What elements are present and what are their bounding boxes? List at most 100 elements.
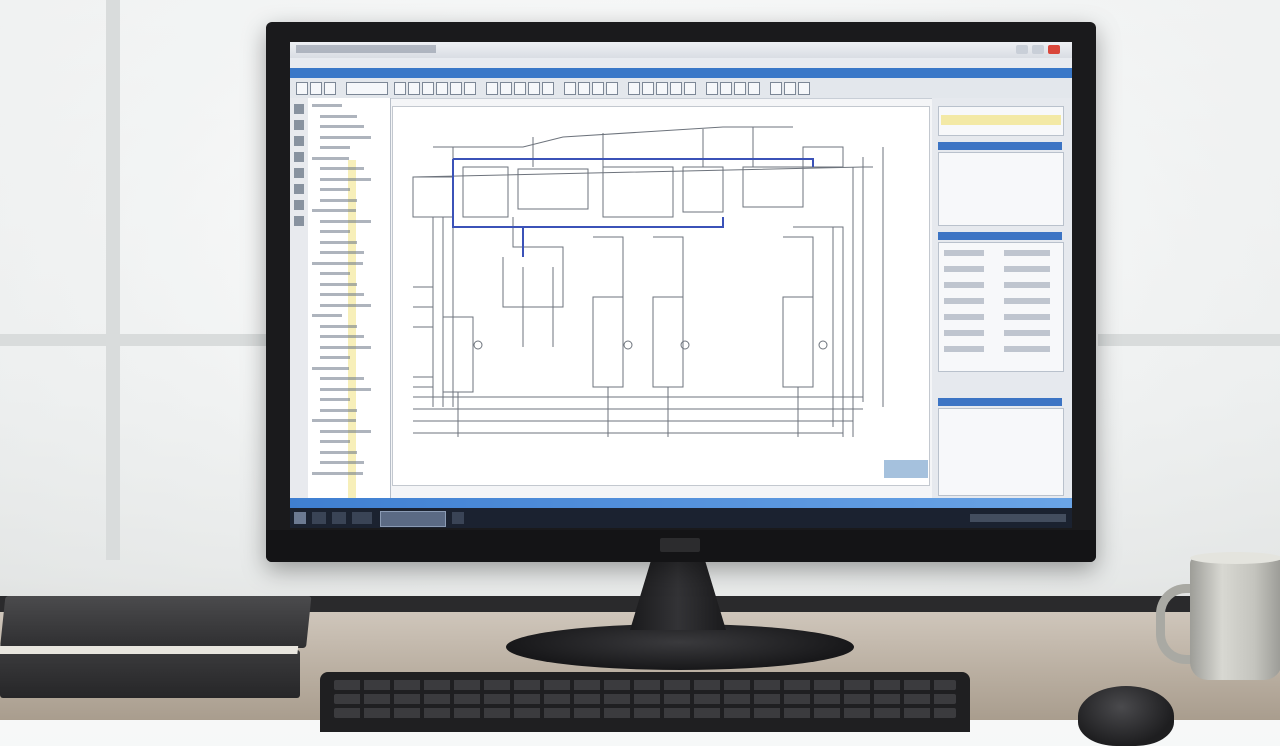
panel-icon[interactable]: [294, 104, 304, 114]
tool-icon[interactable]: [542, 82, 554, 95]
tree-item[interactable]: [320, 387, 371, 391]
panel-icon[interactable]: [294, 216, 304, 226]
tree-item[interactable]: [320, 408, 357, 412]
tree-item[interactable]: [320, 198, 357, 202]
tool-icon[interactable]: [564, 82, 576, 95]
tool-icon[interactable]: [656, 82, 668, 95]
tree-item[interactable]: [312, 419, 356, 422]
property-field[interactable]: [1004, 266, 1050, 272]
tree-item[interactable]: [320, 188, 350, 191]
tree-item[interactable]: [320, 282, 357, 286]
property-field[interactable]: [1004, 282, 1050, 288]
tree-item[interactable]: [320, 356, 350, 359]
panel-icon[interactable]: [294, 200, 304, 210]
tree-item[interactable]: [320, 167, 364, 170]
tree-item[interactable]: [312, 261, 363, 265]
tree-item[interactable]: [312, 156, 349, 160]
property-field[interactable]: [944, 282, 984, 288]
start-icon[interactable]: [294, 512, 306, 524]
tree-item[interactable]: [320, 177, 371, 181]
tool-icon[interactable]: [500, 82, 512, 95]
tree-item[interactable]: [320, 335, 364, 338]
property-field[interactable]: [944, 298, 984, 304]
taskbar-app-button[interactable]: [352, 512, 372, 524]
tool-icon[interactable]: [592, 82, 604, 95]
panel-icon[interactable]: [294, 168, 304, 178]
property-field[interactable]: [944, 314, 984, 320]
property-field[interactable]: [1004, 298, 1050, 304]
tree-item[interactable]: [312, 209, 356, 212]
tool-icon[interactable]: [464, 82, 476, 95]
panel-icon[interactable]: [294, 184, 304, 194]
tool-icon[interactable]: [296, 82, 308, 95]
tree-item[interactable]: [312, 314, 342, 317]
system-tray[interactable]: [970, 514, 1066, 522]
tree-item[interactable]: [320, 114, 357, 118]
panel-box-grid[interactable]: [938, 152, 1064, 226]
tool-icon[interactable]: [528, 82, 540, 95]
schematic-canvas[interactable]: [392, 106, 930, 486]
tool-icon[interactable]: [324, 82, 336, 95]
tool-icon[interactable]: [436, 82, 448, 95]
tree-item[interactable]: [320, 219, 371, 223]
tree-item[interactable]: [320, 135, 371, 139]
tool-icon[interactable]: [578, 82, 590, 95]
tool-icon[interactable]: [748, 82, 760, 95]
tool-icon[interactable]: [770, 82, 782, 95]
tool-icon[interactable]: [310, 82, 322, 95]
tool-icon[interactable]: [514, 82, 526, 95]
tool-icon[interactable]: [450, 82, 462, 95]
tool-icon[interactable]: [798, 82, 810, 95]
tool-icon[interactable]: [706, 82, 718, 95]
property-field[interactable]: [1004, 314, 1050, 320]
taskbar-app-button[interactable]: [332, 512, 346, 524]
property-field[interactable]: [944, 266, 984, 272]
panel-icon[interactable]: [294, 120, 304, 130]
tool-icon[interactable]: [486, 82, 498, 95]
taskbar-active-window[interactable]: [380, 511, 446, 527]
tree-item[interactable]: [320, 251, 364, 254]
tool-icon[interactable]: [394, 82, 406, 95]
tool-icon[interactable]: [784, 82, 796, 95]
tree-item[interactable]: [320, 398, 350, 401]
close-icon[interactable]: [1048, 45, 1060, 54]
tree-item[interactable]: [312, 104, 342, 107]
tree-item[interactable]: [320, 240, 357, 244]
tool-icon[interactable]: [346, 82, 388, 95]
tool-icon[interactable]: [684, 82, 696, 95]
property-field[interactable]: [944, 250, 984, 256]
property-field[interactable]: [944, 346, 984, 352]
tool-icon[interactable]: [606, 82, 618, 95]
property-field[interactable]: [944, 330, 984, 336]
tree-item[interactable]: [320, 440, 350, 443]
tree-item[interactable]: [320, 450, 357, 454]
tool-icon[interactable]: [670, 82, 682, 95]
tree-item[interactable]: [320, 461, 364, 464]
tree-item[interactable]: [320, 324, 357, 328]
taskbar-app-button[interactable]: [452, 512, 464, 524]
tree-item[interactable]: [320, 429, 371, 433]
tree-item[interactable]: [320, 303, 371, 307]
property-field[interactable]: [1004, 250, 1050, 256]
tree-item[interactable]: [320, 345, 371, 349]
tree-item[interactable]: [320, 272, 350, 275]
panel-icon[interactable]: [294, 136, 304, 146]
tree-item[interactable]: [320, 146, 350, 149]
panel-box-properties[interactable]: [938, 242, 1064, 372]
tree-item[interactable]: [320, 230, 350, 233]
panel-box-bottom[interactable]: [938, 408, 1064, 496]
taskbar-app-button[interactable]: [312, 512, 326, 524]
maximize-icon[interactable]: [1032, 45, 1044, 54]
tree-item[interactable]: [320, 125, 364, 128]
tool-icon[interactable]: [734, 82, 746, 95]
property-field[interactable]: [1004, 330, 1050, 336]
tree-item[interactable]: [320, 377, 364, 380]
tool-icon[interactable]: [408, 82, 420, 95]
tool-icon[interactable]: [642, 82, 654, 95]
tree-item[interactable]: [312, 366, 349, 370]
menu-bar[interactable]: [290, 58, 1072, 68]
zoom-badge[interactable]: [884, 460, 928, 478]
panel-icon[interactable]: [294, 152, 304, 162]
tree-item[interactable]: [312, 471, 363, 475]
tool-icon[interactable]: [628, 82, 640, 95]
